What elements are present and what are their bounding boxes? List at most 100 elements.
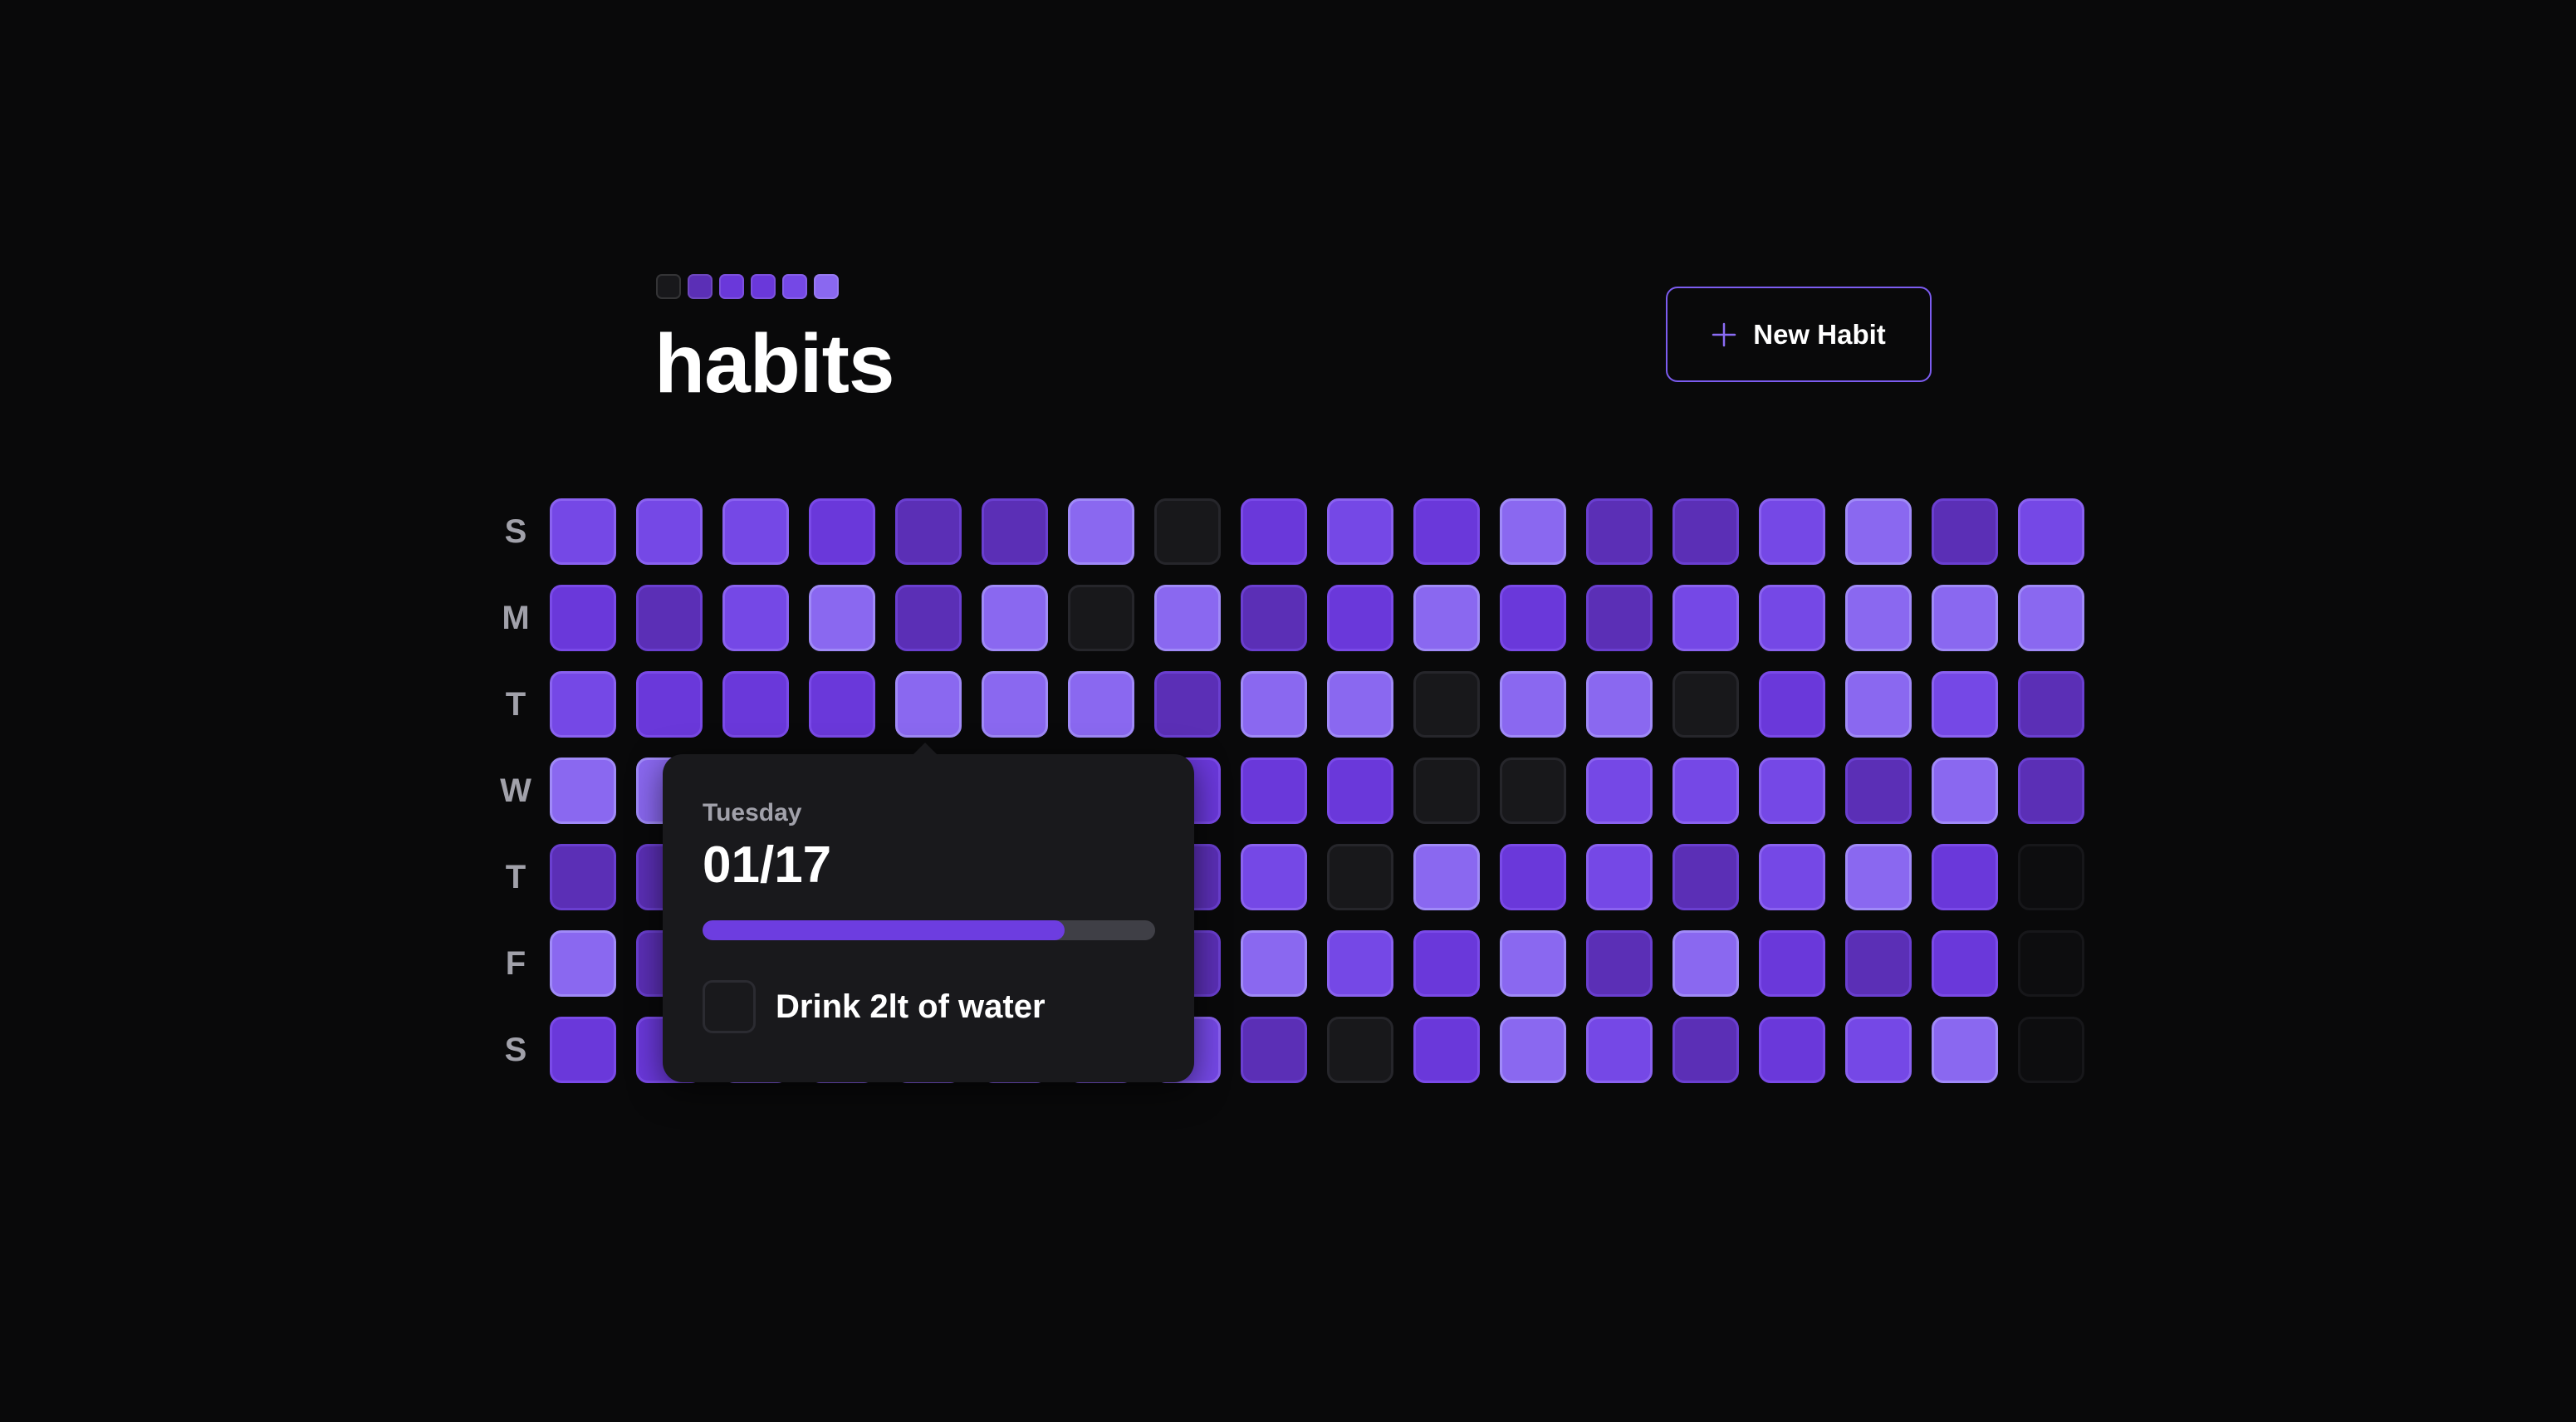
day-cell[interactable]: [1845, 844, 1912, 910]
habit-checkbox[interactable]: [703, 980, 756, 1033]
day-cell[interactable]: [1154, 585, 1221, 651]
day-cell[interactable]: [1413, 844, 1480, 910]
day-cell[interactable]: [1672, 930, 1739, 997]
day-cell[interactable]: [636, 671, 703, 738]
day-cell[interactable]: [1759, 498, 1825, 565]
day-cell[interactable]: [550, 1017, 616, 1083]
day-cell[interactable]: [1500, 844, 1566, 910]
day-cell[interactable]: [895, 498, 962, 565]
day-cell[interactable]: [1586, 758, 1653, 824]
habit-item[interactable]: Drink 2lt of water: [703, 980, 1154, 1033]
day-cell[interactable]: [1327, 1017, 1393, 1083]
day-cell[interactable]: [1845, 758, 1912, 824]
day-cell[interactable]: [1932, 1017, 1998, 1083]
day-cell[interactable]: [1327, 585, 1393, 651]
day-cell[interactable]: [1845, 498, 1912, 565]
day-cell[interactable]: [2018, 498, 2084, 565]
day-cell[interactable]: [550, 758, 616, 824]
day-progress-bar: [703, 920, 1155, 940]
day-cell[interactable]: [1672, 671, 1739, 738]
day-cell[interactable]: [1586, 585, 1653, 651]
day-cell[interactable]: [1672, 498, 1739, 565]
day-cell[interactable]: [1845, 1017, 1912, 1083]
day-cell[interactable]: [1759, 671, 1825, 738]
day-cell[interactable]: [1413, 758, 1480, 824]
day-cell[interactable]: [1586, 1017, 1653, 1083]
day-cell[interactable]: [1932, 498, 1998, 565]
day-cell[interactable]: [1672, 585, 1739, 651]
day-cell[interactable]: [982, 585, 1048, 651]
day-cell[interactable]: [1759, 585, 1825, 651]
day-cell[interactable]: [722, 585, 789, 651]
day-cell[interactable]: [1500, 1017, 1566, 1083]
day-cell[interactable]: [1241, 930, 1307, 997]
day-cell[interactable]: [1327, 498, 1393, 565]
day-cell[interactable]: [1500, 585, 1566, 651]
day-cell[interactable]: [1241, 1017, 1307, 1083]
day-cell[interactable]: [550, 498, 616, 565]
day-cell[interactable]: [1068, 498, 1134, 565]
day-cell[interactable]: [809, 671, 875, 738]
day-cell[interactable]: [1586, 844, 1653, 910]
day-cell[interactable]: [1241, 585, 1307, 651]
day-cell[interactable]: [982, 671, 1048, 738]
day-cell[interactable]: [1500, 498, 1566, 565]
day-cell[interactable]: [1327, 671, 1393, 738]
day-cell[interactable]: [1932, 930, 1998, 997]
day-cell[interactable]: [1327, 758, 1393, 824]
day-cell[interactable]: [1241, 498, 1307, 565]
day-cell[interactable]: [550, 585, 616, 651]
day-cell[interactable]: [1413, 1017, 1480, 1083]
day-cell[interactable]: [636, 498, 703, 565]
day-cell[interactable]: [895, 671, 962, 738]
day-cell[interactable]: [1845, 585, 1912, 651]
day-cell[interactable]: [1068, 671, 1134, 738]
day-cell[interactable]: [1932, 671, 1998, 738]
day-cell[interactable]: [1500, 671, 1566, 738]
future-day-cell: [2018, 1017, 2084, 1083]
day-cell[interactable]: [1068, 585, 1134, 651]
day-cell[interactable]: [1500, 758, 1566, 824]
day-cell[interactable]: [2018, 671, 2084, 738]
day-cell[interactable]: [636, 585, 703, 651]
day-cell[interactable]: [1154, 671, 1221, 738]
day-cell[interactable]: [1413, 498, 1480, 565]
day-cell[interactable]: [2018, 585, 2084, 651]
day-cell[interactable]: [809, 498, 875, 565]
day-cell[interactable]: [722, 671, 789, 738]
day-cell[interactable]: [550, 844, 616, 910]
day-cell[interactable]: [895, 585, 962, 651]
day-cell[interactable]: [1672, 844, 1739, 910]
day-cell[interactable]: [1241, 844, 1307, 910]
day-cell[interactable]: [1932, 585, 1998, 651]
day-cell[interactable]: [550, 671, 616, 738]
day-cell[interactable]: [2018, 758, 2084, 824]
day-cell[interactable]: [1586, 498, 1653, 565]
day-cell[interactable]: [1241, 671, 1307, 738]
new-habit-button[interactable]: New Habit: [1666, 287, 1932, 382]
day-cell[interactable]: [1932, 758, 1998, 824]
day-cell[interactable]: [1932, 844, 1998, 910]
day-cell[interactable]: [1845, 930, 1912, 997]
day-cell[interactable]: [1586, 930, 1653, 997]
day-cell[interactable]: [722, 498, 789, 565]
day-cell[interactable]: [1759, 758, 1825, 824]
day-cell[interactable]: [1759, 930, 1825, 997]
day-cell[interactable]: [1586, 671, 1653, 738]
day-cell[interactable]: [1413, 671, 1480, 738]
day-cell[interactable]: [982, 498, 1048, 565]
day-cell[interactable]: [1500, 930, 1566, 997]
day-cell[interactable]: [1154, 498, 1221, 565]
day-cell[interactable]: [809, 585, 875, 651]
day-cell[interactable]: [1241, 758, 1307, 824]
day-cell[interactable]: [1327, 930, 1393, 997]
day-cell[interactable]: [1413, 585, 1480, 651]
day-cell[interactable]: [1759, 1017, 1825, 1083]
day-cell[interactable]: [1413, 930, 1480, 997]
day-cell[interactable]: [550, 930, 616, 997]
day-cell[interactable]: [1672, 1017, 1739, 1083]
day-cell[interactable]: [1327, 844, 1393, 910]
day-cell[interactable]: [1845, 671, 1912, 738]
day-cell[interactable]: [1759, 844, 1825, 910]
day-cell[interactable]: [1672, 758, 1739, 824]
